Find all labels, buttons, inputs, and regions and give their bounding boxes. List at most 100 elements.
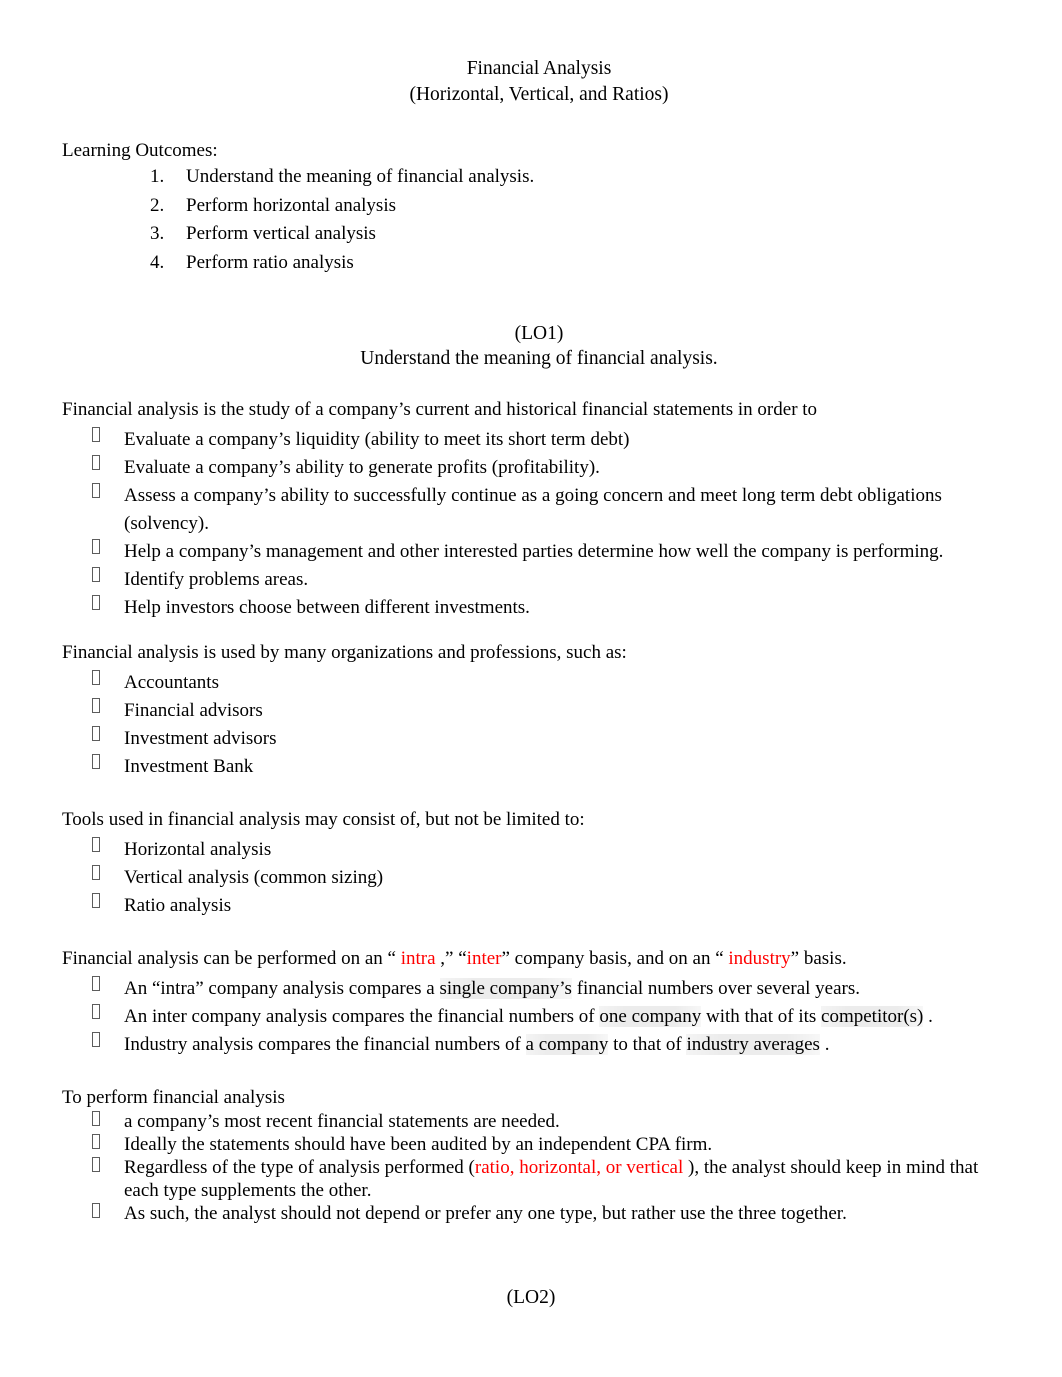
- basis-term-inter: inter: [466, 948, 502, 969]
- basis-lead-part-3: ” company basis, and on an “: [501, 948, 729, 969]
- list-number: 3.: [150, 223, 165, 244]
- bullet3-part-1: Industry analysis compares the financial…: [124, 1034, 526, 1055]
- list-text: An “intra” company analysis compares a s…: [124, 978, 860, 999]
- bullet3-highlight-1: a company: [525, 1034, 609, 1055]
- list-text: Help investors choose between different …: [124, 597, 530, 618]
- list-item: Help a company’s management and other in…: [62, 538, 1016, 566]
- list-item: An inter company analysis compares the f…: [62, 1003, 1016, 1031]
- bullet-box-icon: [92, 698, 100, 713]
- bullet-box-icon: [92, 539, 100, 554]
- list-item: 2. Perform horizontal analysis: [62, 192, 1016, 221]
- list-item: Ideally the statements should have been …: [62, 1133, 1016, 1156]
- perform-bullet3-part-1: Regardless of the type of analysis perfo…: [124, 1157, 475, 1178]
- bullet-box-icon: [92, 567, 100, 582]
- list-item: 3. Perform vertical analysis: [62, 220, 1016, 249]
- list-item: 4. Perform ratio analysis: [62, 249, 1016, 278]
- document-title: Financial Analysis (Horizontal, Vertical…: [62, 56, 1016, 108]
- list-text: Evaluate a company’s ability to generate…: [124, 457, 600, 478]
- bullet2-highlight-1: one company: [599, 1006, 702, 1027]
- bullet-box-icon: [92, 1203, 100, 1218]
- list-item: a company’s most recent financial statem…: [62, 1110, 1016, 1133]
- bullet3-part-2: to that of: [608, 1034, 687, 1055]
- list-text: Understand the meaning of financial anal…: [186, 166, 535, 187]
- perform-bullet3-red: ratio, horizontal, or vertical: [474, 1157, 684, 1178]
- list-text: Investment advisors: [124, 728, 277, 749]
- bullet2-part-3: .: [923, 1006, 933, 1027]
- basis-lead-part-4: ” basis.: [790, 948, 847, 969]
- perform-bullet-list: a company’s most recent financial statem…: [62, 1110, 1016, 1225]
- learning-outcomes-list: 1. Understand the meaning of financial a…: [62, 163, 1016, 277]
- list-text: As such, the analyst should not depend o…: [124, 1203, 847, 1224]
- footer-lo2-label: (LO2): [506, 1287, 556, 1308]
- bullet-box-icon: [92, 483, 100, 498]
- list-text: Industry analysis compares the financial…: [124, 1034, 829, 1055]
- bullet1-part-1: An “intra” company analysis compares a: [124, 978, 440, 999]
- bullet-box-icon: [92, 670, 100, 685]
- bullet-box-icon: [92, 726, 100, 741]
- bullet2-part-1: An inter company analysis compares the f…: [124, 1006, 600, 1027]
- list-item: As such, the analyst should not depend o…: [62, 1202, 1016, 1225]
- list-item: Ratio analysis: [62, 892, 1016, 920]
- list-item: Help investors choose between different …: [62, 594, 1016, 622]
- lo1-subtitle: Understand the meaning of financial anal…: [360, 348, 718, 369]
- definition-bullet-list: Evaluate a company’s liquidity (ability …: [62, 426, 1016, 622]
- title-line-2: (Horizontal, Vertical, and Ratios): [409, 84, 669, 105]
- list-text: Accountants: [124, 672, 219, 693]
- list-item: Assess a company’s ability to successful…: [62, 482, 1016, 538]
- list-text: a company’s most recent financial statem…: [124, 1111, 560, 1132]
- list-item: Industry analysis compares the financial…: [62, 1031, 1016, 1059]
- bullet1-part-2: financial numbers over several years.: [571, 978, 860, 999]
- title-line-1: Financial Analysis: [466, 58, 612, 79]
- document-page: Financial Analysis (Horizontal, Vertical…: [0, 0, 1062, 1377]
- list-text: Evaluate a company’s liquidity (ability …: [124, 429, 630, 450]
- bullet3-highlight-2: industry averages: [686, 1034, 820, 1055]
- users-bullet-list: Accountants Financial advisors Investmen…: [62, 669, 1016, 781]
- list-text: Regardless of the type of analysis perfo…: [124, 1157, 978, 1201]
- list-number: 1.: [150, 166, 165, 187]
- basis-term-industry: industry: [728, 948, 791, 969]
- list-item: 1. Understand the meaning of financial a…: [62, 163, 1016, 192]
- list-text: Identify problems areas.: [124, 569, 309, 590]
- bullet-box-icon: [92, 1004, 100, 1019]
- bullet-box-icon: [92, 865, 100, 880]
- list-text: Vertical analysis (common sizing): [124, 867, 384, 888]
- bullet-box-icon: [92, 1111, 100, 1126]
- list-text: Ideally the statements should have been …: [124, 1134, 713, 1155]
- list-item: Horizontal analysis: [62, 836, 1016, 864]
- list-item: Investment advisors: [62, 725, 1016, 753]
- list-item: Accountants: [62, 669, 1016, 697]
- list-text: Perform horizontal analysis: [186, 194, 397, 216]
- list-text: An inter company analysis compares the f…: [124, 1006, 933, 1027]
- list-text: Perform vertical analysis: [186, 223, 376, 244]
- basis-lead-part-2: ,” “: [435, 948, 467, 969]
- list-text: Financial advisors: [124, 700, 263, 721]
- bullet-box-icon: [92, 427, 100, 442]
- bullet3-part-3: .: [819, 1034, 830, 1055]
- perform-lead: To perform financial analysis: [62, 1087, 285, 1108]
- bullet-box-icon: [92, 754, 100, 769]
- definition-lead: Financial analysis is the study of a com…: [62, 399, 818, 420]
- basis-term-intra: intra: [400, 948, 436, 969]
- list-item: Identify problems areas.: [62, 566, 1016, 594]
- basis-bullet-list: An “intra” company analysis compares a s…: [62, 975, 1016, 1059]
- basis-lead: Financial analysis can be performed on a…: [62, 946, 1016, 971]
- list-number: 4.: [150, 251, 165, 273]
- list-text: Perform ratio analysis: [186, 251, 354, 273]
- list-text: Help a company’s management and other in…: [124, 541, 944, 562]
- bullet-box-icon: [92, 837, 100, 852]
- list-text: Ratio analysis: [124, 895, 232, 916]
- list-item: Financial advisors: [62, 697, 1016, 725]
- list-number: 2.: [150, 194, 165, 216]
- basis-lead-part-1: Financial analysis can be performed on a…: [62, 948, 401, 969]
- tools-lead: Tools used in financial analysis may con…: [62, 809, 585, 830]
- tools-bullet-list: Horizontal analysis Vertical analysis (c…: [62, 836, 1016, 920]
- lo1-heading: (LO1) Understand the meaning of financia…: [62, 321, 1016, 371]
- bullet-box-icon: [92, 893, 100, 908]
- users-lead: Financial analysis is used by many organ…: [62, 642, 627, 663]
- list-text: Assess a company’s ability to successful…: [124, 485, 942, 534]
